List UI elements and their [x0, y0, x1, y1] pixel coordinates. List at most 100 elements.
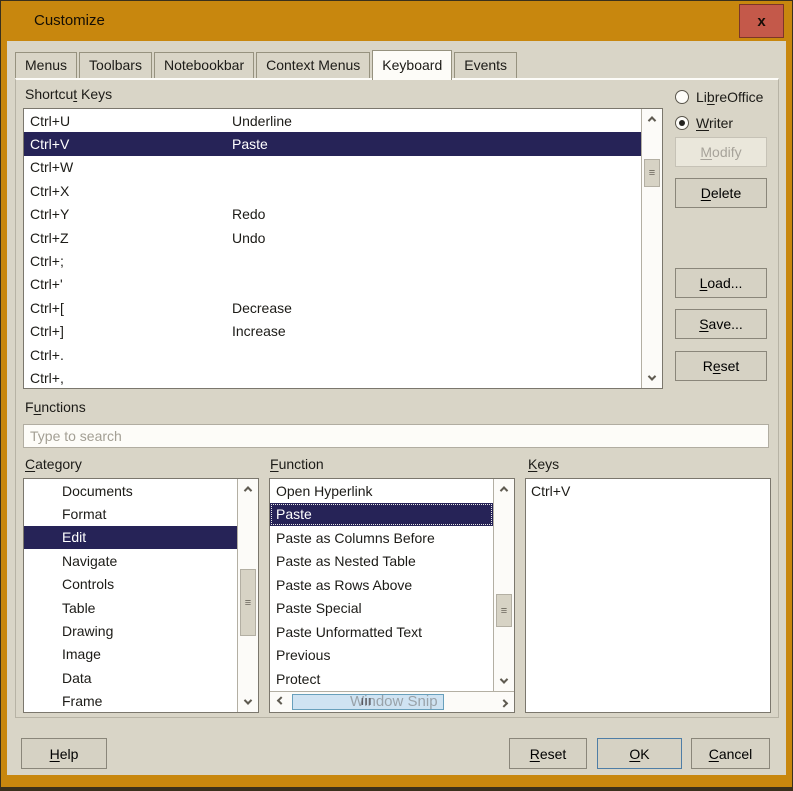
- chevron-right-icon: [499, 699, 507, 707]
- tab-context-menus[interactable]: Context Menus: [256, 52, 370, 78]
- tab-events[interactable]: Events: [454, 52, 517, 78]
- shortcut-function-cell: Redo: [232, 206, 265, 222]
- close-icon: x: [757, 13, 765, 30]
- shortcut-row[interactable]: Ctrl+': [24, 273, 641, 296]
- function-list[interactable]: Open Hyperlink Paste Paste as Columns Be…: [269, 478, 515, 713]
- category-item[interactable]: Image: [24, 643, 237, 666]
- shortcut-row[interactable]: Ctrl+.: [24, 343, 641, 366]
- category-item[interactable]: Documents: [24, 479, 237, 502]
- customize-dialog: Customize x Menus Toolbars Notebookbar C…: [0, 0, 793, 791]
- scroll-down-button[interactable]: [642, 368, 662, 388]
- function-item[interactable]: Paste Unformatted Text: [270, 620, 493, 644]
- category-list[interactable]: Documents Format Edit Navigate Controls …: [23, 478, 259, 713]
- radio-libreoffice[interactable]: LibreOffice: [675, 84, 763, 110]
- grip-icon: III: [361, 697, 372, 708]
- function-rows: Open Hyperlink Paste Paste as Columns Be…: [270, 479, 493, 691]
- category-item[interactable]: Controls: [24, 573, 237, 596]
- shortcut-row[interactable]: Ctrl+;: [24, 249, 641, 272]
- shortcut-keys-label: Shortcut Keys: [25, 86, 112, 102]
- scrollbar-thumb[interactable]: ≡: [496, 594, 512, 627]
- load-button[interactable]: Load...: [675, 268, 767, 298]
- tab-toolbars[interactable]: Toolbars: [79, 52, 152, 78]
- shortcut-vertical-scrollbar[interactable]: ≡: [641, 109, 662, 388]
- keys-item[interactable]: Ctrl+V: [526, 479, 770, 502]
- category-rows: Documents Format Edit Navigate Controls …: [24, 479, 237, 712]
- close-button[interactable]: x: [739, 4, 784, 38]
- cancel-button[interactable]: Cancel: [691, 738, 770, 769]
- radio-writer[interactable]: Writer: [675, 110, 763, 136]
- function-item[interactable]: Previous: [270, 644, 493, 668]
- shortcut-key-cell: Ctrl+Z: [30, 230, 232, 246]
- function-horizontal-scrollbar[interactable]: III Window Snip: [270, 691, 514, 712]
- shortcut-row[interactable]: Ctrl+,: [24, 366, 641, 389]
- category-item[interactable]: Data: [24, 666, 237, 689]
- scroll-up-button[interactable]: [494, 479, 514, 499]
- category-item[interactable]: Drawing: [24, 619, 237, 642]
- function-item[interactable]: Paste Special: [270, 597, 493, 621]
- keys-label: Keys: [528, 456, 559, 472]
- category-item[interactable]: Format: [24, 502, 237, 525]
- shortcut-key-cell: Ctrl+;: [30, 253, 232, 269]
- function-item[interactable]: Open Hyperlink: [270, 479, 493, 503]
- tab-notebookbar[interactable]: Notebookbar: [154, 52, 254, 78]
- keys-list[interactable]: Ctrl+V: [525, 478, 771, 713]
- shortcut-row[interactable]: Ctrl+W: [24, 156, 641, 179]
- function-item[interactable]: Paste as Columns Before: [270, 526, 493, 550]
- modify-button[interactable]: Modify: [675, 137, 767, 167]
- tab-bar: Menus Toolbars Notebookbar Context Menus…: [15, 50, 519, 78]
- radio-icon: [675, 116, 689, 130]
- function-item[interactable]: Protect: [270, 667, 493, 691]
- shortcut-row[interactable]: Ctrl+X: [24, 179, 641, 202]
- reset-button[interactable]: Reset: [509, 738, 587, 769]
- tab-keyboard[interactable]: Keyboard: [372, 50, 452, 80]
- category-item[interactable]: Edit: [24, 526, 237, 549]
- scroll-down-button[interactable]: [238, 692, 258, 712]
- function-vertical-scrollbar[interactable]: ≡: [493, 479, 514, 691]
- delete-button[interactable]: Delete: [675, 178, 767, 208]
- reset-keyboard-button[interactable]: Reset: [675, 351, 767, 381]
- scrollbar-thumb[interactable]: ≡: [644, 159, 660, 187]
- function-search-input[interactable]: [23, 424, 769, 448]
- shortcut-key-cell: Ctrl+U: [30, 113, 232, 129]
- function-item[interactable]: Paste as Rows Above: [270, 573, 493, 597]
- category-vertical-scrollbar[interactable]: ≡: [237, 479, 258, 712]
- ok-button[interactable]: OK: [597, 738, 682, 769]
- shortcut-row[interactable]: Ctrl+Z Undo: [24, 226, 641, 249]
- shortcut-row[interactable]: Ctrl+V Paste: [24, 132, 641, 155]
- radio-icon: [675, 90, 689, 104]
- window-title: Customize: [34, 12, 105, 29]
- category-label: Category: [25, 456, 82, 472]
- scroll-down-button[interactable]: [494, 671, 514, 691]
- dialog-body: Menus Toolbars Notebookbar Context Menus…: [7, 41, 786, 775]
- help-button[interactable]: Help: [21, 738, 107, 769]
- scrollbar-thumb[interactable]: ≡: [240, 569, 256, 636]
- scroll-up-button[interactable]: [642, 109, 662, 129]
- function-item[interactable]: Paste: [270, 503, 493, 527]
- shortcut-function-cell: Increase: [232, 323, 286, 339]
- chevron-down-icon: [500, 675, 508, 683]
- chevron-left-icon: [276, 696, 284, 704]
- save-button[interactable]: Save...: [675, 309, 767, 339]
- title-bar[interactable]: Customize x: [1, 1, 792, 41]
- shortcut-rows: Ctrl+U Underline Ctrl+V Paste Ctrl+W: [24, 109, 641, 388]
- scrollbar-thumb[interactable]: III: [292, 694, 444, 710]
- category-item[interactable]: Frame: [24, 690, 237, 713]
- category-item[interactable]: Table: [24, 596, 237, 619]
- shortcut-row[interactable]: Ctrl+] Increase: [24, 320, 641, 343]
- category-item[interactable]: Navigate: [24, 549, 237, 572]
- scroll-up-button[interactable]: [238, 479, 258, 499]
- scroll-right-button[interactable]: [493, 692, 514, 712]
- shortcut-row[interactable]: Ctrl+[ Decrease: [24, 296, 641, 319]
- chevron-up-icon: [648, 116, 656, 124]
- tab-menus[interactable]: Menus: [15, 52, 77, 78]
- shortcut-row[interactable]: Ctrl+Y Redo: [24, 203, 641, 226]
- shortcut-key-cell: Ctrl+W: [30, 159, 232, 175]
- shortcut-key-cell: Ctrl+V: [30, 136, 232, 152]
- shortcut-row[interactable]: Ctrl+U Underline: [24, 109, 641, 132]
- chevron-down-icon: [244, 696, 252, 704]
- function-item[interactable]: Paste as Nested Table: [270, 550, 493, 574]
- function-label: Function: [270, 456, 324, 472]
- scroll-left-button[interactable]: [270, 692, 291, 712]
- shortcut-key-cell: Ctrl+]: [30, 323, 232, 339]
- shortcut-keys-list[interactable]: Ctrl+U Underline Ctrl+V Paste Ctrl+W: [23, 108, 663, 389]
